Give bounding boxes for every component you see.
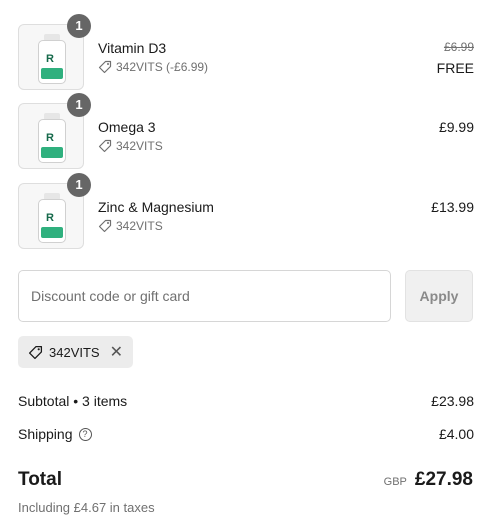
item-discount: 342VITS (-£6.99) bbox=[98, 60, 208, 74]
final-price: FREE bbox=[436, 60, 474, 76]
help-icon[interactable]: ? bbox=[78, 427, 92, 441]
bottle-image: R bbox=[38, 193, 66, 243]
taxes-note: Including £4.67 in taxes bbox=[18, 500, 155, 515]
original-price: £6.99 bbox=[443, 40, 474, 54]
line-item-vitamin-d3: R 1 Vitamin D3 342VITS (-£6.99) £6.99 FR… bbox=[18, 14, 474, 90]
quantity-badge: 1 bbox=[67, 14, 91, 38]
line-item-omega-3: R 1 Omega 3 342VITS £9.99 bbox=[18, 93, 474, 169]
currency-code: GBP bbox=[383, 476, 407, 488]
line-item-zinc-magnesium: R 1 Zinc & Magnesium 342VITS £13.99 bbox=[18, 173, 474, 249]
apply-button[interactable]: Apply bbox=[405, 270, 473, 322]
item-discount-text: 342VITS bbox=[116, 139, 163, 153]
final-price: £13.99 bbox=[431, 199, 474, 215]
item-discount: 342VITS bbox=[98, 139, 163, 153]
product-name: Vitamin D3 bbox=[98, 40, 167, 56]
tag-icon bbox=[98, 219, 112, 233]
applied-discount-chip: 342VITS ✕ bbox=[18, 336, 133, 368]
subtotal-label: Subtotal • 3 items bbox=[18, 393, 128, 409]
total-amount-group: GBP £27.98 bbox=[384, 469, 473, 491]
quantity-badge: 1 bbox=[67, 93, 91, 117]
item-discount-text: 342VITS (-£6.99) bbox=[116, 60, 209, 74]
shipping-row: Shipping ? £4.00 bbox=[18, 426, 474, 442]
remove-discount-icon[interactable]: ✕ bbox=[110, 342, 123, 362]
product-name: Zinc & Magnesium bbox=[98, 199, 214, 215]
discount-code-input[interactable] bbox=[18, 270, 391, 322]
tag-icon bbox=[28, 345, 43, 359]
bottle-image: R bbox=[38, 34, 66, 84]
total-label: Total bbox=[18, 469, 62, 490]
shipping-value: £4.00 bbox=[438, 426, 474, 442]
final-price: £9.99 bbox=[438, 119, 474, 135]
quantity-badge: 1 bbox=[67, 173, 91, 197]
subtotal-value: £23.98 bbox=[431, 393, 474, 409]
tag-icon bbox=[98, 60, 112, 74]
tag-icon bbox=[98, 139, 112, 153]
product-name: Omega 3 bbox=[98, 119, 156, 135]
bottle-image: R bbox=[38, 113, 66, 163]
shipping-label: Shipping bbox=[18, 426, 73, 442]
subtotal-row: Subtotal • 3 items £23.98 bbox=[18, 393, 474, 409]
item-discount: 342VITS bbox=[98, 219, 163, 233]
item-discount-text: 342VITS bbox=[116, 219, 163, 233]
total-value: £27.98 bbox=[414, 469, 473, 490]
applied-code-label: 342VITS bbox=[49, 344, 100, 360]
